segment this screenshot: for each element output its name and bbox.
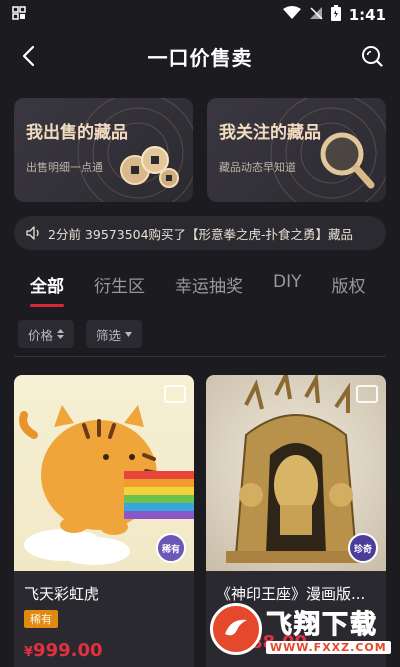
watermark-url: WWW.FXXZ.COM: [266, 641, 391, 654]
my-followed-collections-card[interactable]: 我关注的藏品 藏品动态早知道: [207, 98, 386, 202]
price-value: 999.00: [33, 640, 103, 661]
product-image-rainbow-tiger: 稀有: [14, 375, 194, 571]
price-symbol: ¥: [24, 645, 34, 660]
tab-derivative[interactable]: 衍生区: [94, 272, 145, 305]
tab-lucky-draw[interactable]: 幸运抽奖: [175, 272, 243, 305]
tab-all[interactable]: 全部: [30, 272, 64, 305]
back-button[interactable]: [14, 42, 42, 70]
site-watermark: 飞翔下载 WWW.FXXZ.COM: [210, 596, 392, 662]
tab-copyright[interactable]: 版权: [332, 272, 366, 305]
price-sort-button[interactable]: 价格: [18, 320, 75, 348]
battery-icon: [330, 5, 341, 25]
search-icon: [362, 46, 383, 67]
rarity-badge: 稀有: [24, 610, 58, 628]
app-grid-icon: [12, 6, 26, 24]
product-card[interactable]: 稀有 飞天彩虹虎 稀有 ¥999.00: [14, 375, 194, 667]
no-signal-icon: [309, 6, 323, 24]
filter-button[interactable]: 筛选: [86, 320, 143, 348]
product-image-throne: 珍奇: [206, 375, 386, 571]
product-price: ¥999.00: [24, 640, 184, 661]
watermark-logo-icon: [210, 603, 262, 655]
status-bar: 1:41: [0, 0, 400, 30]
tab-diy[interactable]: DIY: [273, 272, 302, 300]
my-sold-collections-card[interactable]: 我出售的藏品 出售明细一点通: [14, 98, 193, 202]
chevron-left-icon: [22, 45, 35, 67]
purchase-notice-bar[interactable]: 2分前 39573504购买了【形意拳之虎-扑食之勇】藏品: [14, 216, 386, 250]
status-time: 1:41: [348, 6, 386, 24]
magnifier-icon: [316, 128, 376, 194]
wifi-icon: [282, 6, 301, 24]
filter-label: 筛选: [96, 327, 122, 343]
watermark-title: 飞翔下载: [266, 610, 379, 641]
sort-icon: [57, 329, 65, 339]
speaker-icon: [26, 226, 39, 240]
product-name: 飞天彩虹虎: [24, 585, 100, 603]
nav-bar: 一口价售卖: [0, 30, 400, 82]
divider: [14, 356, 386, 357]
caret-down-icon: [125, 331, 133, 337]
coins-icon: [113, 140, 183, 194]
image-icon: [164, 385, 186, 403]
rarity-seal-exotic: 珍奇: [348, 533, 378, 563]
notice-text: 2分前 39573504购买了【形意拳之虎-扑食之勇】藏品: [48, 226, 354, 242]
page-title: 一口价售卖: [147, 45, 253, 70]
rarity-seal-rare: 稀有: [156, 533, 186, 563]
search-button[interactable]: [358, 42, 386, 70]
category-tabs: 全部 衍生区 幸运抽奖 DIY 版权: [0, 272, 400, 312]
image-icon: [356, 385, 378, 403]
filter-label: 价格: [28, 327, 54, 343]
